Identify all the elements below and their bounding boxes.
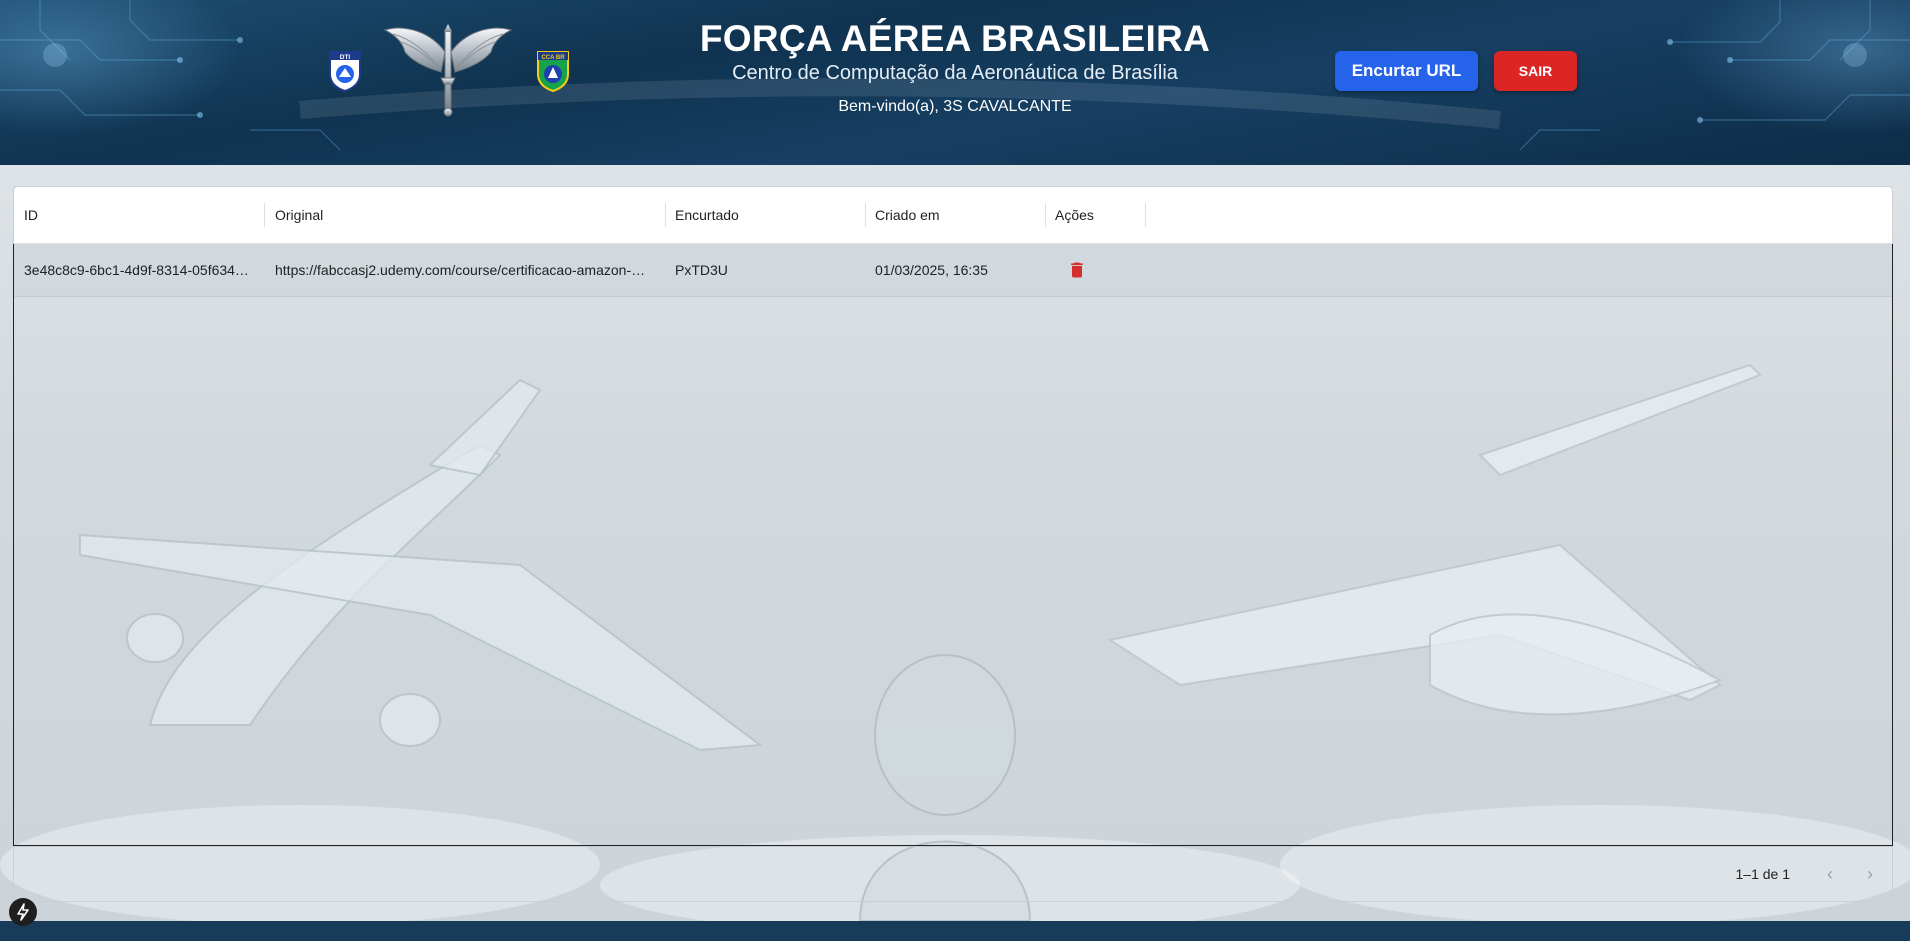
urls-table: ID Original Encurtado Criado em Ações 3e…: [13, 186, 1893, 902]
column-separator[interactable]: [264, 203, 265, 227]
column-header-acoes: Ações: [1055, 207, 1094, 223]
welcome-message: Bem-vindo(a), 3S CAVALCANTE: [838, 98, 1072, 115]
column-header-criado-em[interactable]: Criado em: [875, 187, 940, 243]
column-header-encurtado[interactable]: Encurtado: [675, 187, 739, 243]
logout-button[interactable]: SAIR: [1494, 51, 1577, 91]
column-separator[interactable]: [1045, 203, 1046, 227]
chevron-right-icon[interactable]: ›: [1858, 862, 1882, 886]
cell-original: https://fabccasj2.udemy.com/course/certi…: [275, 262, 646, 278]
page-subtitle: Centro de Computação da Aeronáutica de B…: [732, 62, 1178, 84]
column-header-id[interactable]: ID: [24, 187, 38, 243]
table-header: ID Original Encurtado Criado em Ações: [14, 187, 1892, 244]
table-row[interactable]: 3e48c8c9-6bc1-4d9f-8314-05f634… https://…: [14, 244, 1892, 297]
column-header-original[interactable]: Original: [275, 187, 323, 243]
lightning-icon: [17, 903, 29, 921]
table-body: [13, 244, 1893, 846]
table-footer: 1–1 de 1 ‹ ›: [14, 846, 1892, 901]
pagination-label: 1–1 de 1: [1735, 866, 1791, 882]
chevron-left-icon[interactable]: ‹: [1818, 862, 1842, 886]
cell-encurtado: PxTD3U: [675, 262, 728, 278]
page-title: FORÇA AÉREA BRASILEIRA: [699, 18, 1211, 59]
column-separator: [1145, 203, 1146, 227]
cell-id: 3e48c8c9-6bc1-4d9f-8314-05f634…: [24, 262, 249, 278]
devtools-button[interactable]: [9, 898, 37, 926]
footer-strip: [0, 921, 1910, 941]
shorten-url-button[interactable]: Encurtar URL: [1335, 51, 1478, 91]
column-separator[interactable]: [665, 203, 666, 227]
cell-criado-em: 01/03/2025, 16:35: [875, 262, 988, 278]
trash-icon[interactable]: [1067, 260, 1087, 280]
column-separator[interactable]: [865, 203, 866, 227]
app-header: DTI CCA BR FORÇA AÉREA BRASILEIRA Centro…: [0, 0, 1910, 165]
